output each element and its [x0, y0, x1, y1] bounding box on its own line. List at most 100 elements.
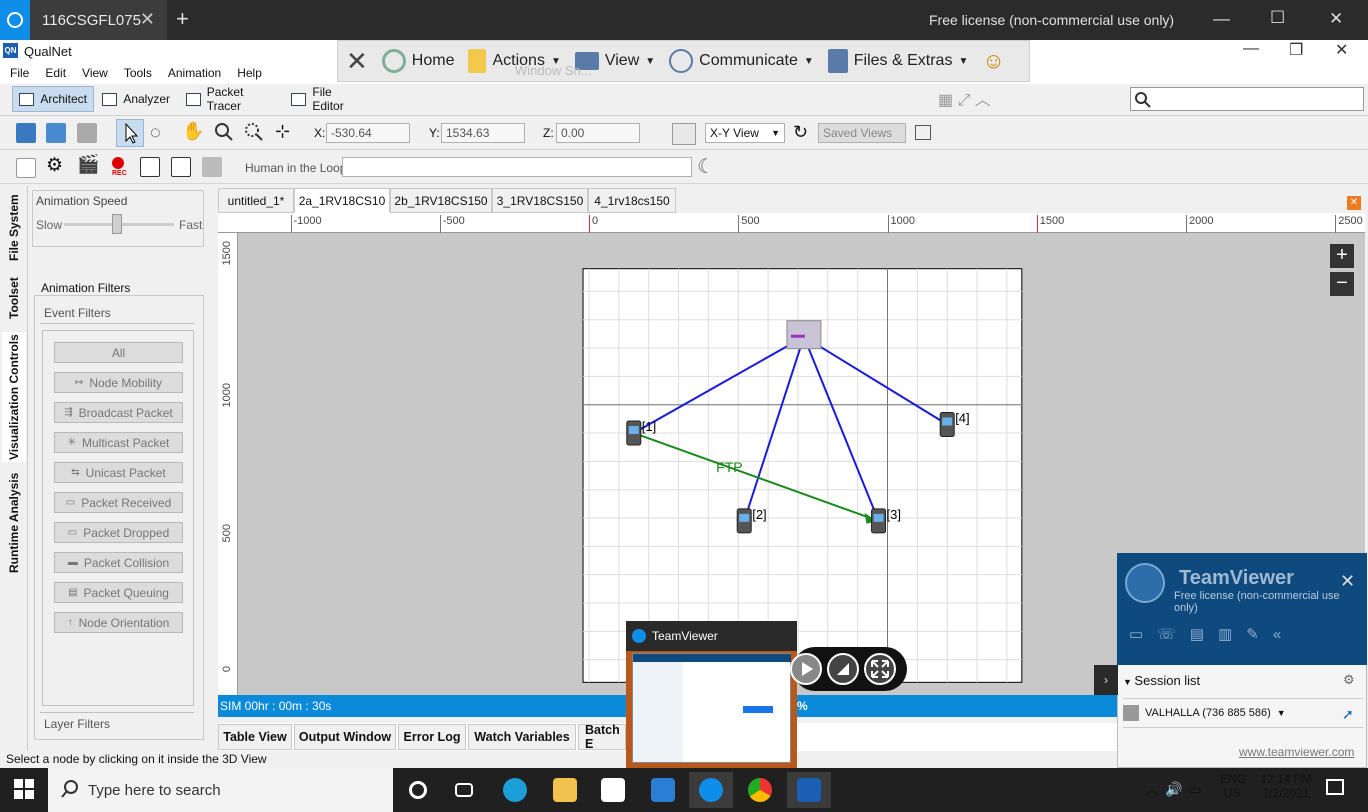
feedback-emoji-icon[interactable]: ☺	[982, 48, 1004, 74]
play-button[interactable]	[790, 653, 822, 685]
mode-file-editor[interactable]: File Editor	[285, 85, 370, 113]
tab-runtime-analysis[interactable]: Runtime Analysis	[2, 468, 26, 578]
close-panel-icon[interactable]: ✕	[1347, 196, 1361, 210]
zoom-out-button[interactable]: −	[1330, 272, 1354, 296]
minimize-button[interactable]: —	[1213, 9, 1230, 29]
tab-output-window[interactable]: Output Window	[294, 724, 396, 750]
tray-icons[interactable]: ︿🔊▭	[1145, 779, 1208, 799]
menu-view[interactable]: View	[82, 66, 108, 80]
filter-packet-queuing[interactable]: ▤ Packet Queuing	[54, 582, 183, 603]
record-icon[interactable]	[112, 157, 124, 169]
fullscreen-button[interactable]	[864, 653, 896, 685]
cortana-icon[interactable]	[396, 772, 440, 808]
files-extras-menu[interactable]: Files & Extras ▼	[827, 49, 968, 73]
x-coordinate-field[interactable]: -530.64	[326, 123, 410, 143]
lasso-icon[interactable]: ◌	[150, 122, 161, 143]
mode-analyzer[interactable]: Analyzer	[96, 86, 176, 112]
teamviewer-link[interactable]: www.teamviewer.com	[1239, 745, 1354, 759]
select-tool-button[interactable]	[116, 119, 144, 147]
notifications-icon[interactable]	[1326, 779, 1344, 795]
doc-tab[interactable]: 4_1rv18cs150	[588, 188, 676, 213]
toolbar-collapse-icons[interactable]: ▦ ⤢ ︿	[938, 86, 998, 109]
mode-architect[interactable]: Architect	[12, 86, 94, 112]
mode-packet-tracer[interactable]: Packet Tracer	[180, 85, 280, 113]
filter-node-mobility[interactable]: ↦ Node Mobility	[54, 372, 183, 393]
doc-tab[interactable]: 3_1RV18CS150	[492, 188, 588, 213]
teamviewer-taskbar-icon[interactable]	[689, 772, 733, 808]
chrome-icon[interactable]	[738, 772, 782, 808]
gears-icon[interactable]: ⚙	[46, 154, 63, 177]
filter-multicast-packet[interactable]: ✳ Multicast Packet	[54, 432, 183, 453]
teamviewer-preview-popup[interactable]: TeamViewer	[626, 621, 797, 768]
moon-icon[interactable]: ☾	[697, 154, 715, 179]
menu-file[interactable]: File	[10, 66, 29, 80]
input-language[interactable]: ENG US	[1220, 772, 1246, 800]
tv-panel-action-icons[interactable]: ▭☏▤▥✎«	[1129, 625, 1295, 643]
zoom-in-button[interactable]: +	[1330, 244, 1354, 268]
clapper-icon[interactable]: 🎬	[77, 154, 99, 175]
tab-batch[interactable]: Batch E	[578, 723, 626, 751]
layer-filters-header[interactable]: Layer Filters	[40, 712, 194, 734]
app-restore-button[interactable]: ❐	[1289, 40, 1303, 60]
tab-table-view[interactable]: Table View	[218, 724, 292, 750]
windows-start-icon[interactable]	[14, 779, 34, 802]
app-close-button[interactable]: ✕	[1335, 40, 1348, 60]
window-layout-icon[interactable]	[915, 125, 931, 140]
clock[interactable]: 12:14 PM 1/2/2021	[1254, 772, 1318, 800]
bar-chart-icon[interactable]	[171, 157, 191, 177]
menu-animation[interactable]: Animation	[168, 66, 221, 80]
filter-broadcast-packet[interactable]: ⇶ Broadcast Packet	[54, 402, 183, 423]
zoom-icon[interactable]	[214, 122, 234, 145]
tab-toolset[interactable]: Toolset	[2, 270, 26, 326]
menu-help[interactable]: Help	[237, 66, 262, 80]
tv-panel-close-icon[interactable]: ✕	[1340, 571, 1355, 592]
doc-tab-active[interactable]: 2a_1RV18CS10	[294, 188, 390, 213]
close-session-button[interactable]: ✕	[346, 46, 368, 77]
tab-error-log[interactable]: Error Log	[398, 724, 466, 750]
mail-icon[interactable]	[641, 772, 685, 808]
hitl-input[interactable]	[342, 157, 692, 177]
tv-panel-expand-icon[interactable]: ›	[1094, 665, 1118, 695]
home-button[interactable]: Home	[381, 49, 454, 73]
filter-packet-dropped[interactable]: ▭ Packet Dropped	[54, 522, 183, 543]
filter-packet-collision[interactable]: ▬ Packet Collision	[54, 552, 183, 573]
event-filters-header[interactable]: Event Filters	[40, 302, 194, 324]
open-folder-icon[interactable]	[46, 123, 66, 143]
save-icon[interactable]	[77, 123, 97, 143]
text-file-icon[interactable]	[16, 158, 36, 178]
grid-settings-icon[interactable]	[672, 123, 696, 145]
filter-all[interactable]: All	[54, 342, 183, 363]
tab-watch-variables[interactable]: Watch Variables	[468, 724, 576, 750]
doc-tab[interactable]: 2b_1RV18CS150	[390, 188, 492, 213]
saved-views-select[interactable]: Saved Views	[818, 123, 906, 143]
zoom-region-icon[interactable]	[244, 122, 264, 145]
filter-packet-received[interactable]: ▭ Packet Received	[54, 492, 183, 513]
edit-graph-icon[interactable]	[140, 157, 160, 177]
filter-node-orientation[interactable]: ↑ Node Orientation	[54, 612, 183, 633]
new-tab-button[interactable]: +	[176, 6, 189, 32]
refresh-icon[interactable]: ↻	[793, 122, 808, 143]
tab-visualization-controls[interactable]: Visualization Controls	[2, 332, 26, 462]
z-coordinate-field[interactable]: 0.00	[556, 123, 640, 143]
new-scenario-icon[interactable]	[16, 123, 36, 143]
remote-session-tab[interactable]: 116CSGFL075 ✕	[30, 0, 167, 40]
step-button[interactable]	[827, 653, 859, 685]
search-input[interactable]	[1130, 87, 1364, 111]
filter-unicast-packet[interactable]: ⇆ Unicast Packet	[54, 462, 183, 483]
session-settings-icon[interactable]: ⚙	[1343, 672, 1355, 688]
rotate-axes-icon[interactable]: ⊹	[275, 121, 290, 142]
task-view-icon[interactable]	[442, 772, 486, 808]
doc-tab[interactable]: untitled_1*	[218, 188, 294, 213]
file-explorer-icon[interactable]	[543, 772, 587, 808]
session-list-header[interactable]: ▼ Session list	[1123, 673, 1200, 688]
tab-file-system[interactable]: File System	[2, 192, 26, 264]
session-item[interactable]: VALHALLA (736 885 586) ▼	[1123, 698, 1363, 728]
menu-edit[interactable]: Edit	[45, 66, 66, 80]
close-tab-icon[interactable]: ✕	[140, 9, 155, 30]
qualnet-taskbar-icon[interactable]	[787, 772, 831, 808]
speed-slider-thumb[interactable]	[111, 214, 122, 234]
edge-icon[interactable]	[493, 772, 537, 808]
view-select[interactable]: X-Y View ▼	[705, 123, 785, 143]
app-minimize-button[interactable]: —	[1243, 40, 1259, 58]
menu-tools[interactable]: Tools	[124, 66, 152, 80]
